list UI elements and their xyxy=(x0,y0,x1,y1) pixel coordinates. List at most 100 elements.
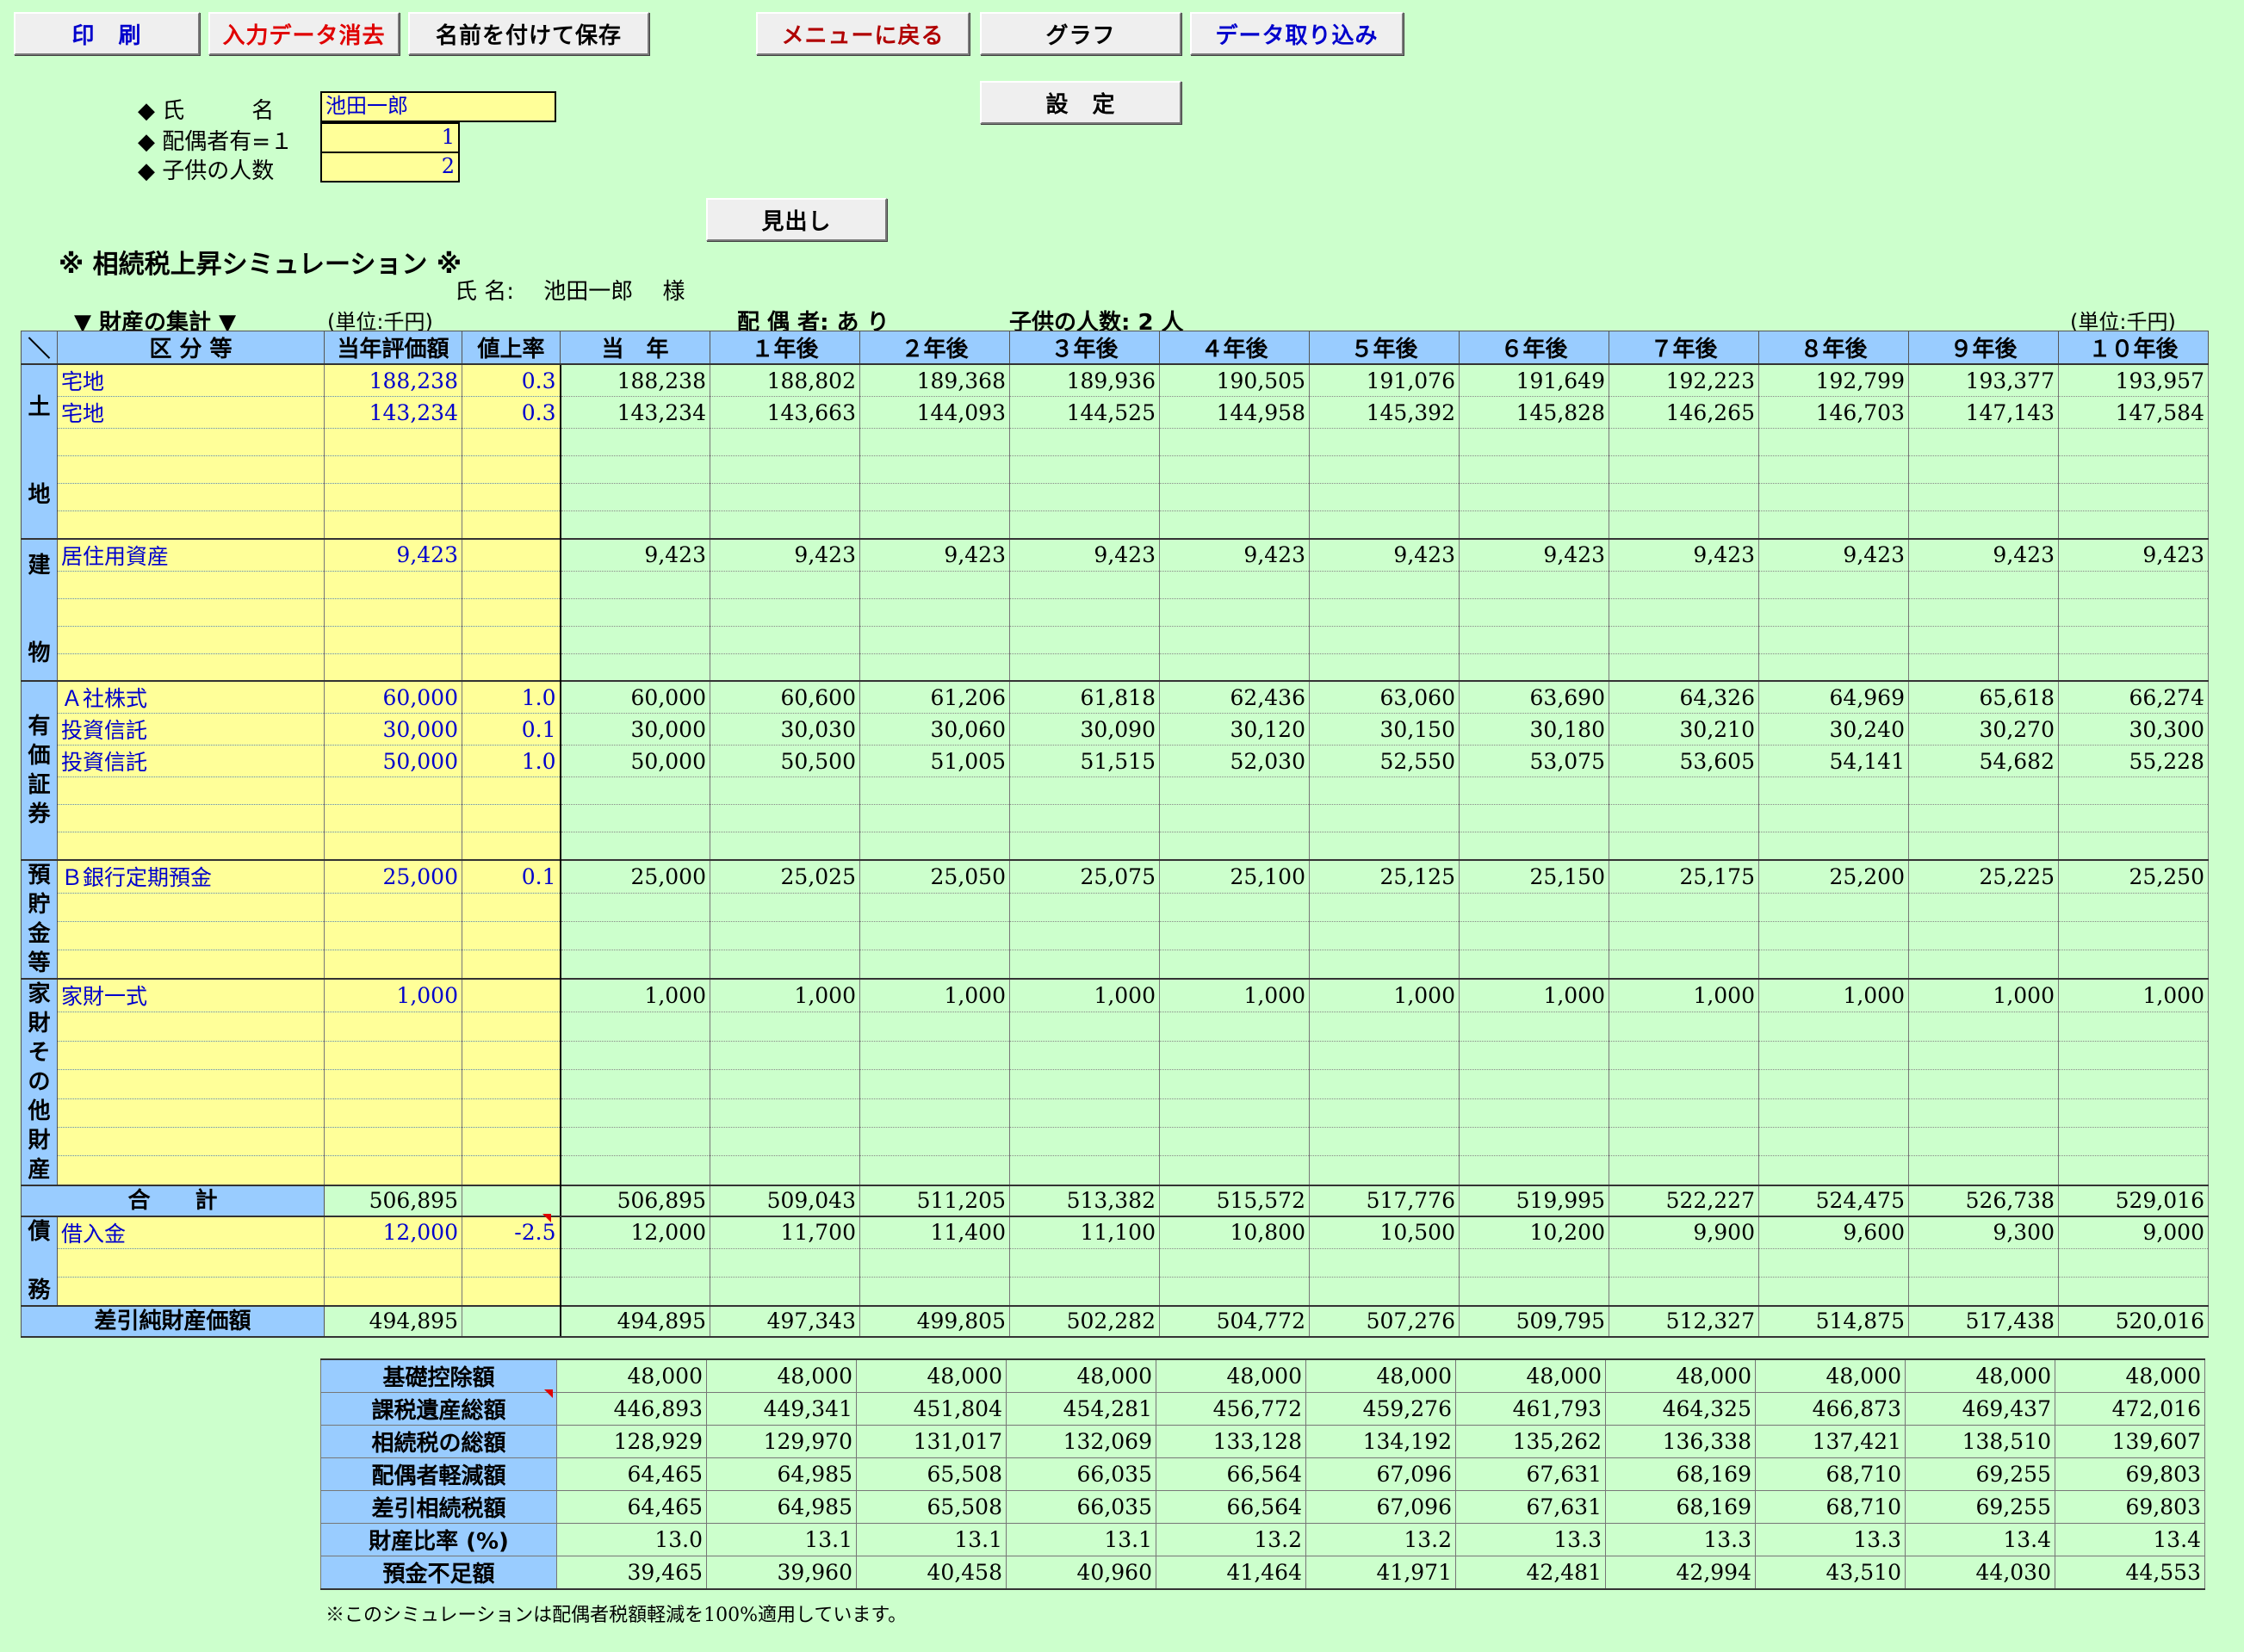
rate-cell[interactable] xyxy=(462,598,561,627)
asset-name-cell[interactable] xyxy=(57,832,325,860)
rate-cell[interactable] xyxy=(462,1277,561,1306)
rate-cell[interactable] xyxy=(462,1248,561,1278)
rate-cell[interactable] xyxy=(462,1069,561,1099)
asset-value-cell[interactable] xyxy=(324,1277,462,1306)
asset-name-cell[interactable] xyxy=(57,428,325,456)
rate-cell[interactable]: 0.1 xyxy=(462,713,561,746)
asset-name-cell[interactable] xyxy=(57,893,325,922)
rate-cell[interactable] xyxy=(462,832,561,860)
asset-name-cell[interactable] xyxy=(57,804,325,832)
asset-value-cell[interactable] xyxy=(324,653,462,682)
asset-name-cell[interactable] xyxy=(57,777,325,805)
asset-name-cell[interactable]: Ａ社株式 xyxy=(57,680,325,714)
asset-value-cell[interactable] xyxy=(324,777,462,805)
rate-cell[interactable] xyxy=(462,510,561,539)
rate-cell[interactable] xyxy=(462,921,561,950)
asset-value-cell[interactable] xyxy=(324,428,462,456)
asset-value-cell[interactable]: 60,000 xyxy=(324,680,462,714)
asset-value-cell[interactable]: 50,000 xyxy=(324,745,462,777)
asset-name-cell[interactable] xyxy=(57,1041,325,1071)
asset-value-cell[interactable] xyxy=(324,1248,462,1278)
asset-value-cell[interactable] xyxy=(324,1012,462,1042)
heading-button[interactable]: 見出し xyxy=(706,198,887,241)
rate-cell[interactable] xyxy=(462,571,561,599)
spouse-input[interactable]: 1 xyxy=(320,122,460,153)
rate-cell[interactable]: 1.0 xyxy=(462,680,561,714)
asset-name-cell[interactable] xyxy=(57,1069,325,1099)
asset-value-cell[interactable] xyxy=(324,804,462,832)
asset-name-cell[interactable]: 家財一式 xyxy=(57,977,325,1013)
children-input[interactable]: 2 xyxy=(320,152,460,183)
rate-cell[interactable] xyxy=(462,804,561,832)
asset-value-cell[interactable] xyxy=(324,571,462,599)
asset-value-cell[interactable] xyxy=(324,510,462,539)
rate-cell[interactable] xyxy=(462,1098,561,1129)
asset-name-cell[interactable] xyxy=(57,950,325,980)
clear-input-button[interactable]: 入力データ消去 xyxy=(208,12,400,55)
asset-value-cell[interactable] xyxy=(324,893,462,922)
asset-name-cell[interactable]: 投資信託 xyxy=(57,713,325,746)
asset-value-cell[interactable]: 188,238 xyxy=(324,363,462,397)
asset-name-cell[interactable] xyxy=(57,1012,325,1042)
rate-cell[interactable] xyxy=(462,1012,561,1042)
rate-cell[interactable]: 1.0 xyxy=(462,745,561,777)
asset-value-cell[interactable] xyxy=(324,832,462,860)
asset-value-cell[interactable]: 12,000 xyxy=(324,1215,462,1250)
asset-name-cell[interactable] xyxy=(57,1248,325,1278)
asset-value-cell[interactable] xyxy=(324,1155,462,1185)
asset-name-cell[interactable]: 借入金 xyxy=(57,1215,325,1250)
asset-name-cell[interactable]: 宅地 xyxy=(57,363,325,397)
asset-name-cell[interactable] xyxy=(57,1127,325,1157)
rate-cell[interactable] xyxy=(462,977,561,1013)
asset-name-cell[interactable]: 投資信託 xyxy=(57,745,325,777)
asset-name-cell[interactable] xyxy=(57,1098,325,1129)
rate-cell[interactable] xyxy=(462,626,561,654)
rate-cell[interactable]: 0.1 xyxy=(462,858,561,894)
name-input[interactable]: 池田一郎 xyxy=(320,91,556,122)
asset-name-cell[interactable] xyxy=(57,1277,325,1306)
asset-name-cell[interactable] xyxy=(57,510,325,539)
asset-name-cell[interactable] xyxy=(57,1155,325,1185)
rate-cell[interactable] xyxy=(462,1155,561,1185)
asset-value-cell[interactable] xyxy=(324,921,462,950)
rate-cell[interactable] xyxy=(462,1127,561,1157)
asset-value-cell[interactable] xyxy=(324,455,462,484)
settings-button[interactable]: 設 定 xyxy=(980,81,1181,124)
asset-name-cell[interactable] xyxy=(57,626,325,654)
asset-value-cell[interactable] xyxy=(324,1127,462,1157)
asset-name-cell[interactable]: 宅地 xyxy=(57,396,325,429)
rate-cell[interactable]: 0.3 xyxy=(462,396,561,429)
rate-cell[interactable] xyxy=(462,483,561,511)
rate-cell[interactable] xyxy=(462,455,561,484)
rate-cell[interactable] xyxy=(462,893,561,922)
asset-name-cell[interactable] xyxy=(57,653,325,682)
graph-button[interactable]: グラフ xyxy=(980,12,1181,55)
rate-cell[interactable] xyxy=(462,428,561,456)
asset-value-cell[interactable] xyxy=(324,1069,462,1099)
asset-value-cell[interactable]: 1,000 xyxy=(324,977,462,1013)
rate-cell[interactable]: 0.3 xyxy=(462,363,561,397)
rate-cell[interactable] xyxy=(462,777,561,805)
asset-name-cell[interactable]: 居住用資産 xyxy=(57,537,325,572)
asset-value-cell[interactable]: 30,000 xyxy=(324,713,462,746)
asset-value-cell[interactable]: 9,423 xyxy=(324,537,462,572)
save-as-button[interactable]: 名前を付けて保存 xyxy=(408,12,649,55)
asset-value-cell[interactable] xyxy=(324,598,462,627)
asset-value-cell[interactable]: 143,234 xyxy=(324,396,462,429)
rate-cell[interactable] xyxy=(462,950,561,980)
asset-value-cell[interactable] xyxy=(324,950,462,980)
rate-cell[interactable] xyxy=(462,537,561,572)
asset-name-cell[interactable] xyxy=(57,598,325,627)
asset-value-cell[interactable]: 25,000 xyxy=(324,858,462,894)
print-button[interactable]: 印 刷 xyxy=(14,12,200,55)
asset-name-cell[interactable] xyxy=(57,455,325,484)
rate-cell[interactable] xyxy=(462,1041,561,1071)
asset-name-cell[interactable] xyxy=(57,571,325,599)
asset-value-cell[interactable] xyxy=(324,483,462,511)
asset-name-cell[interactable] xyxy=(57,483,325,511)
asset-name-cell[interactable] xyxy=(57,921,325,950)
asset-value-cell[interactable] xyxy=(324,1098,462,1129)
rate-cell[interactable] xyxy=(462,653,561,682)
menu-button[interactable]: メニューに戻る xyxy=(756,12,970,55)
asset-value-cell[interactable] xyxy=(324,1041,462,1071)
